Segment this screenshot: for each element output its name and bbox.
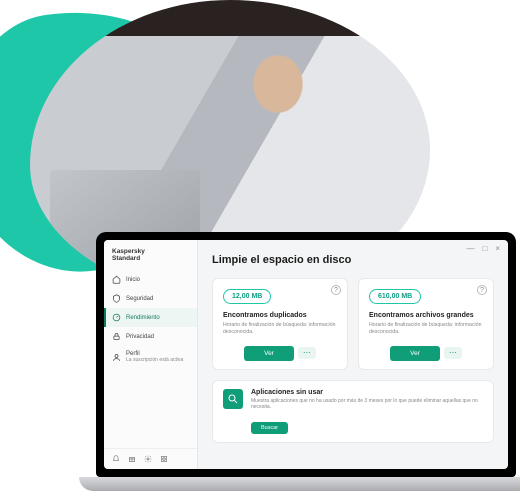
brand: Kaspersky Standard xyxy=(104,240,197,268)
sidebar-item-perfil[interactable]: Perfil La suscripción está activa xyxy=(104,346,197,368)
user-icon xyxy=(112,353,121,362)
shield-icon xyxy=(112,294,121,303)
help-icon[interactable]: ? xyxy=(331,285,341,295)
laptop-mockup: Kaspersky Standard Inicio Seguridad Rend… xyxy=(96,232,516,497)
view-button[interactable]: Ver xyxy=(244,346,294,361)
more-button[interactable]: ⋯ xyxy=(298,347,316,359)
minimize-button[interactable]: — xyxy=(466,244,474,253)
unused-body: Aplicaciones sin usar Muestra aplicacion… xyxy=(251,389,483,434)
sidebar-item-privacidad[interactable]: Privacidad xyxy=(104,327,197,346)
sidebar-item-sublabel: La suscripción está activa xyxy=(126,357,183,363)
card-desc: Horario de finalización de búsqueda: inf… xyxy=(223,322,337,336)
card-desc: Muestra aplicaciones que no ha usado por… xyxy=(251,398,483,411)
bell-icon[interactable] xyxy=(112,455,120,463)
card-title: Encontramos duplicados xyxy=(223,312,337,319)
sidebar-item-label: Inicio xyxy=(126,277,140,283)
card-actions: Ver ⋯ xyxy=(223,346,337,361)
card-duplicates: ? 12,00 MB Encontramos duplicados Horari… xyxy=(212,278,348,370)
card-unused-apps: Aplicaciones sin usar Muestra aplicacion… xyxy=(212,380,494,443)
card-title: Encontramos archivos grandes xyxy=(369,312,483,319)
view-button[interactable]: Ver xyxy=(390,346,440,361)
card-actions: Ver ⋯ xyxy=(369,346,483,361)
lock-icon xyxy=(112,332,121,341)
sidebar-nav: Inicio Seguridad Rendimiento Privacidad xyxy=(104,268,197,448)
sidebar-item-label: Rendimiento xyxy=(126,315,160,321)
grid-icon[interactable] xyxy=(160,455,168,463)
sidebar-item-label: Privacidad xyxy=(126,334,154,340)
main-panel: — □ × Limpie el espacio en disco ? 12,00… xyxy=(198,240,508,469)
gear-icon[interactable] xyxy=(144,455,152,463)
laptop-screen: Kaspersky Standard Inicio Seguridad Rend… xyxy=(96,232,516,477)
sidebar-item-label: Seguridad xyxy=(126,296,153,302)
sidebar-item-seguridad[interactable]: Seguridad xyxy=(104,289,197,308)
card-title: Aplicaciones sin usar xyxy=(251,389,483,396)
cards-row: ? 12,00 MB Encontramos duplicados Horari… xyxy=(212,278,494,370)
home-icon xyxy=(112,275,121,284)
sidebar-item-inicio[interactable]: Inicio xyxy=(104,270,197,289)
close-button[interactable]: × xyxy=(495,244,500,253)
sidebar: Kaspersky Standard Inicio Seguridad Rend… xyxy=(104,240,198,469)
window-controls: — □ × xyxy=(466,244,500,253)
page-title: Limpie el espacio en disco xyxy=(212,254,494,266)
brand-line1: Kaspersky xyxy=(112,248,145,255)
speedometer-icon xyxy=(112,313,121,322)
app-window: Kaspersky Standard Inicio Seguridad Rend… xyxy=(104,240,508,469)
sidebar-bottom-icons xyxy=(104,448,197,469)
card-large-files: ? 610,00 MB Encontramos archivos grandes… xyxy=(358,278,494,370)
more-button[interactable]: ⋯ xyxy=(444,347,462,359)
present-icon[interactable] xyxy=(128,455,136,463)
magnifier-apps-icon xyxy=(223,389,243,409)
maximize-button[interactable]: □ xyxy=(482,244,487,253)
card-desc: Horario de finalización de búsqueda: inf… xyxy=(369,322,483,336)
sidebar-item-rendimiento[interactable]: Rendimiento xyxy=(104,308,197,327)
help-icon[interactable]: ? xyxy=(477,285,487,295)
search-button[interactable]: Buscar xyxy=(251,422,288,434)
brand-line2: Standard xyxy=(112,255,140,262)
metric-badge: 610,00 MB xyxy=(369,289,421,304)
laptop-base xyxy=(79,477,520,491)
metric-badge: 12,00 MB xyxy=(223,289,271,304)
